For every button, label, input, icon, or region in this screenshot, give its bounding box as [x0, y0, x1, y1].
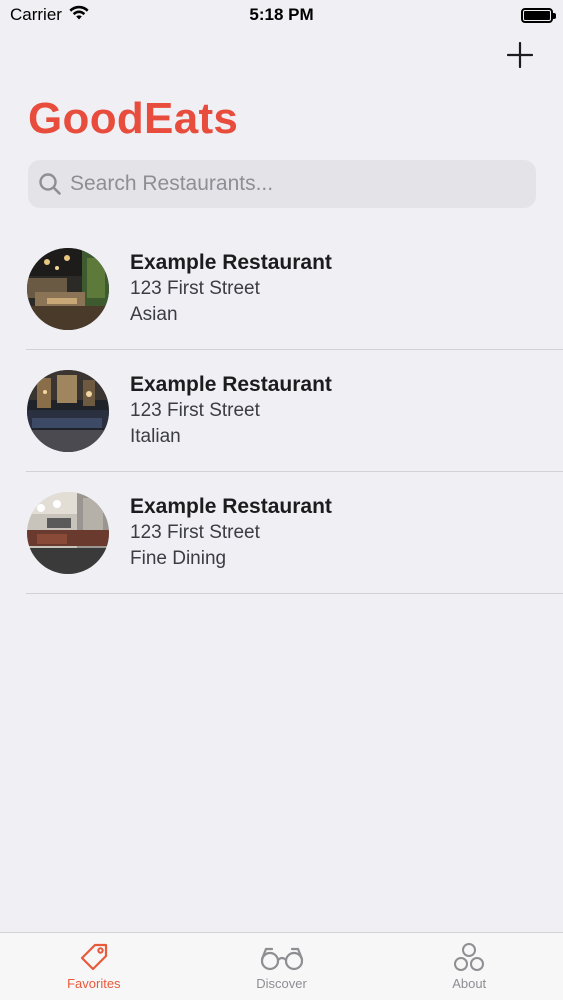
restaurant-list: Example Restaurant 123 First Street Asia… — [0, 228, 563, 594]
restaurant-photo — [27, 492, 109, 574]
tab-label: About — [452, 976, 487, 991]
list-item-text: Example Restaurant 123 First Street Fine… — [130, 494, 332, 572]
restaurant-name: Example Restaurant — [130, 373, 332, 396]
search-bar[interactable] — [28, 160, 536, 208]
tab-label: Favorites — [67, 976, 121, 991]
tab-bar: Favorites Discover About — [0, 932, 563, 1000]
list-item[interactable]: Example Restaurant 123 First Street Fine… — [0, 472, 563, 594]
page-title: GoodEats — [28, 94, 239, 143]
restaurant-address: 123 First Street — [130, 400, 260, 421]
glasses-icon — [260, 947, 303, 971]
tab-discover[interactable]: Discover — [188, 933, 376, 1000]
search-input[interactable] — [70, 172, 510, 196]
restaurant-type: Asian — [130, 304, 178, 325]
status-bar: Carrier 5:18 PM — [0, 0, 563, 30]
add-button[interactable] — [505, 40, 535, 70]
search-icon — [39, 173, 61, 195]
tag-icon — [80, 943, 107, 971]
restaurant-type: Italian — [130, 426, 181, 447]
plus-icon — [507, 42, 533, 68]
battery-icon — [521, 7, 556, 23]
status-left: Carrier — [10, 5, 90, 26]
wifi-icon — [68, 5, 90, 26]
tab-label: Discover — [256, 976, 307, 991]
restaurant-photo — [27, 248, 109, 330]
list-item-text: Example Restaurant 123 First Street Asia… — [130, 250, 332, 328]
restaurant-address: 123 First Street — [130, 278, 260, 299]
restaurant-type: Fine Dining — [130, 548, 227, 569]
list-item[interactable]: Example Restaurant 123 First Street Asia… — [0, 228, 563, 350]
list-item-text: Example Restaurant 123 First Street Ital… — [130, 372, 332, 450]
restaurant-name: Example Restaurant — [130, 251, 332, 274]
circles-icon — [454, 943, 485, 971]
tab-about[interactable]: About — [375, 933, 563, 1000]
list-item[interactable]: Example Restaurant 123 First Street Ital… — [0, 350, 563, 472]
restaurant-name: Example Restaurant — [130, 495, 332, 518]
restaurant-address: 123 First Street — [130, 522, 260, 543]
carrier-label: Carrier — [10, 5, 62, 24]
tab-favorites[interactable]: Favorites — [0, 933, 188, 1000]
restaurant-photo — [27, 370, 109, 452]
